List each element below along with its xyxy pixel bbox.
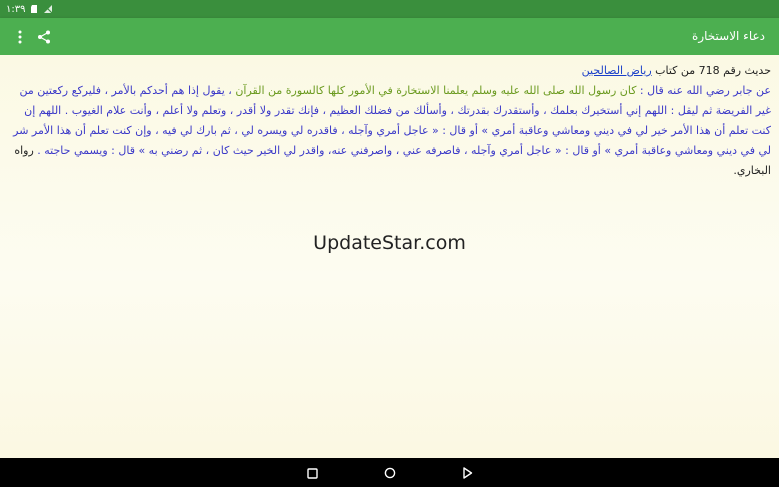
app-bar: دعاء الاستخارة xyxy=(0,18,779,55)
navigation-bar xyxy=(0,458,779,487)
hadith-content: حديث رقم 718 من كتاب رياض الصالحين عن جا… xyxy=(0,55,779,458)
clock: ١:٣٩ xyxy=(6,3,26,15)
highlighted-text: كان رسول الله صلى الله عليه وسلم يعلمنا … xyxy=(235,84,637,97)
home-icon xyxy=(384,467,396,479)
recents-button[interactable] xyxy=(303,464,321,482)
watermark: UpdateStar.com xyxy=(313,232,466,254)
back-icon xyxy=(462,467,472,479)
book-link[interactable]: رياض الصالحين xyxy=(582,64,652,77)
sd-card-icon xyxy=(31,5,38,13)
hadith-text: حديث رقم 718 من كتاب رياض الصالحين عن جا… xyxy=(6,61,771,181)
home-button[interactable] xyxy=(381,464,399,482)
status-bar: ١:٣٩ xyxy=(0,0,779,18)
hadith-number-prefix: حديث رقم 718 من كتاب xyxy=(651,64,771,77)
status-indicators: ١:٣٩ xyxy=(6,1,53,17)
more-vert-icon xyxy=(18,30,22,44)
share-button[interactable] xyxy=(32,25,56,49)
narrator-text: عن جابر رضي الله عنه قال : xyxy=(636,84,771,97)
recents-icon xyxy=(306,467,318,479)
more-options-button[interactable] xyxy=(10,25,30,49)
share-icon xyxy=(38,30,50,44)
back-button[interactable] xyxy=(458,464,476,482)
page-title: دعاء الاستخارة xyxy=(692,29,765,43)
no-signal-icon xyxy=(44,4,53,14)
